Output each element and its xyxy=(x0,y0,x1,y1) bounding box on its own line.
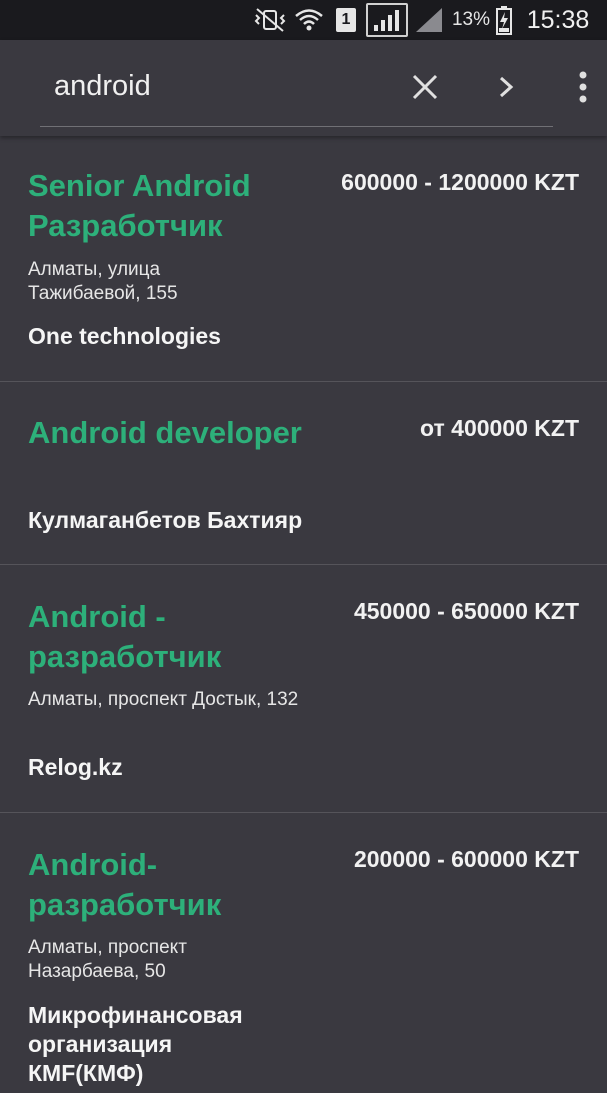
more-vert-icon xyxy=(579,71,587,103)
vacancy-item[interactable]: Android-разработчик 200000 - 600000 KZT … xyxy=(0,813,607,1093)
vacancy-item[interactable]: Android - разработчик 450000 - 650000 KZ… xyxy=(0,565,607,813)
vacancy-item[interactable]: Android developer от 400000 KZT Кулмаган… xyxy=(0,382,607,565)
vacancy-address: Алматы, проспект Достык, 132 xyxy=(28,689,299,710)
search-toolbar: android xyxy=(0,40,607,136)
sim-1-icon: 1 xyxy=(334,0,358,40)
search-input[interactable]: android xyxy=(54,70,151,103)
close-icon xyxy=(412,74,438,100)
vacancy-company: Relog.kz xyxy=(28,754,123,780)
vacancy-item[interactable]: Senior Android Разработчик 600000 - 1200… xyxy=(0,136,607,382)
clear-search-button[interactable] xyxy=(400,62,450,112)
vacancy-salary: 600000 - 1200000 KZT xyxy=(341,169,579,195)
vacancy-company: Кулмаганбетов Бахтияр xyxy=(28,507,303,533)
sim-slot-label: 1 xyxy=(336,8,356,32)
vacancy-title: Senior Android Разработчик xyxy=(28,168,251,243)
vacancy-title: Android developer xyxy=(28,415,302,450)
mute-vibrate-icon xyxy=(250,0,290,40)
battery-charging-icon xyxy=(494,0,514,40)
chevron-right-icon xyxy=(499,76,514,98)
vacancy-list: Senior Android Разработчик 600000 - 1200… xyxy=(0,136,607,1093)
vacancy-address: Алматы, проспект Назарбаева, 50 xyxy=(28,937,187,982)
vacancy-title: Android - разработчик xyxy=(28,599,222,674)
vacancy-salary: от 400000 KZT xyxy=(420,415,579,441)
wifi-icon xyxy=(292,0,326,40)
clock-time: 15:38 xyxy=(526,5,590,34)
vacancy-company: One technologies xyxy=(28,323,221,349)
vacancy-company: Микрофинансовая организация КМF(КМФ) xyxy=(28,1002,243,1086)
signal-icon xyxy=(364,0,410,40)
status-bar: 1 13% 15:38 xyxy=(0,0,607,40)
search-submit-button[interactable] xyxy=(481,62,531,112)
search-underline xyxy=(40,126,553,127)
vacancy-address: Алматы, улица Тажибаевой, 155 xyxy=(28,259,178,304)
battery-percent: 13% xyxy=(451,9,491,30)
vacancy-salary: 450000 - 650000 KZT xyxy=(353,598,579,624)
overflow-menu-button[interactable] xyxy=(558,62,607,112)
vacancy-salary: 200000 - 600000 KZT xyxy=(353,846,579,872)
vacancy-title: Android-разработчик xyxy=(28,847,222,922)
signal-icon xyxy=(412,0,446,40)
